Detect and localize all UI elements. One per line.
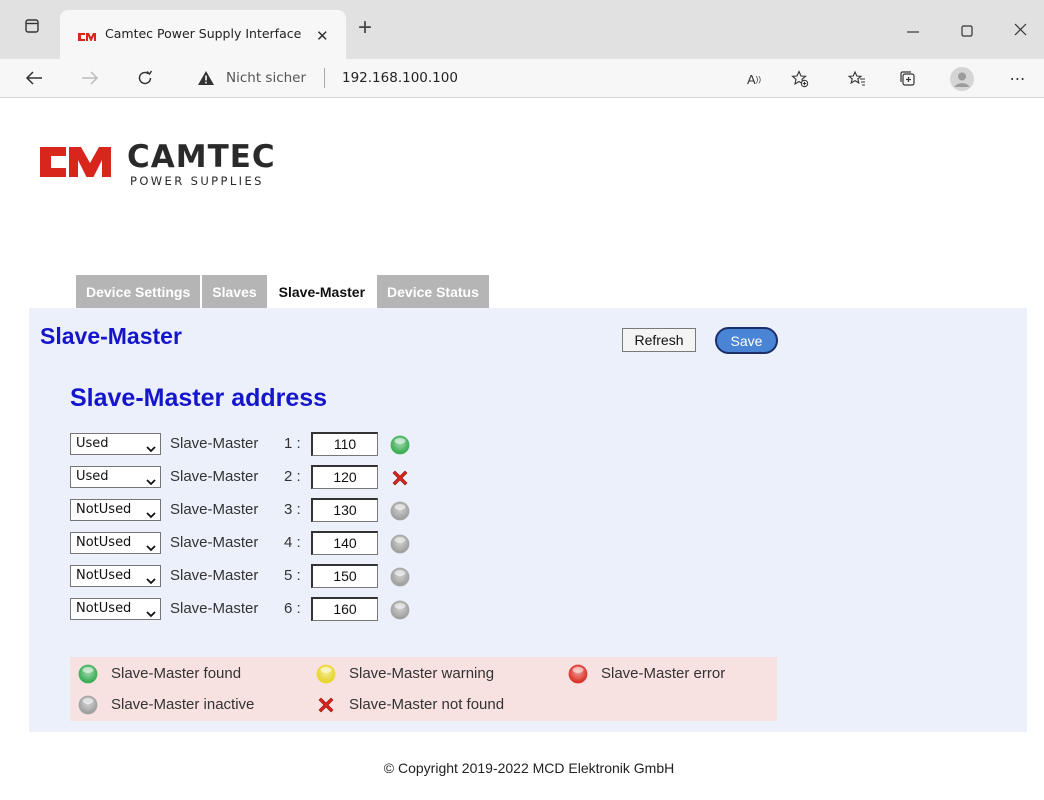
row-label: Slave-Master (170, 468, 259, 485)
collections-icon[interactable] (894, 65, 922, 93)
status-found-icon (390, 435, 410, 455)
chevron-down-icon (146, 506, 156, 526)
usage-select-value: Used (76, 469, 109, 484)
legend-label: Slave-Master not found (349, 696, 505, 713)
usage-select[interactable]: NotUsed (70, 532, 161, 554)
logo-wordmark: CAMTEC (127, 139, 276, 175)
slave-master-row: NotUsed Slave-Master 5 : 150 (70, 563, 470, 589)
status-inactive-icon (78, 695, 98, 715)
status-error-icon (568, 664, 588, 684)
usage-select-value: Used (76, 436, 109, 451)
camtec-logo-icon (40, 147, 111, 177)
security-label[interactable]: Nicht sicher (226, 70, 306, 86)
profile-avatar-icon[interactable] (948, 65, 976, 93)
status-legend: Slave-Master found Slave-Master warning … (70, 657, 777, 721)
row-number: 4 : (284, 534, 301, 551)
new-tab-icon[interactable]: + (358, 14, 372, 42)
tab-slave-master[interactable]: Slave-Master (268, 275, 378, 308)
address-input[interactable]: 120 (311, 465, 378, 489)
tab-device-status[interactable]: Device Status (377, 275, 491, 308)
tab-slaves[interactable]: Slaves (202, 275, 269, 308)
address-input[interactable]: 110 (311, 432, 378, 456)
status-inactive-icon (390, 501, 410, 521)
slave-master-row: NotUsed Slave-Master 6 : 160 (70, 596, 470, 622)
row-number: 2 : (284, 468, 301, 485)
usage-select-value: NotUsed (76, 502, 132, 517)
address-bar[interactable]: Nicht sicher 192.168.100.100 (178, 63, 838, 93)
row-number: 5 : (284, 567, 301, 584)
chevron-down-icon (146, 572, 156, 592)
usage-select[interactable]: NotUsed (70, 499, 161, 521)
minimize-icon[interactable] (906, 20, 920, 39)
row-number: 3 : (284, 501, 301, 518)
copyright-footer: © Copyright 2019-2022 MCD Elektronik Gmb… (383, 760, 675, 776)
status-found-icon (78, 664, 98, 684)
slave-master-row: NotUsed Slave-Master 4 : 140 (70, 530, 470, 556)
tab-close-icon[interactable]: ✕ (316, 27, 329, 45)
section-title: Slave-Master address (70, 384, 328, 412)
status-inactive-icon (390, 567, 410, 587)
legend-label: Slave-Master error (601, 665, 726, 682)
read-aloud-icon[interactable]: A)) (740, 65, 768, 93)
favorites-icon[interactable] (843, 65, 871, 93)
row-label: Slave-Master (170, 600, 259, 617)
row-number: 1 : (284, 435, 301, 452)
save-button[interactable]: Save (715, 327, 778, 354)
warning-icon[interactable] (198, 71, 214, 90)
legend-label: Slave-Master found (111, 665, 242, 682)
slave-master-row: Used Slave-Master 1 : 110 (70, 431, 470, 457)
browser-toolbar: Nicht sicher 192.168.100.100 A)) ⋯ (0, 59, 1044, 98)
legend-label: Slave-Master inactive (111, 696, 255, 713)
legend-label: Slave-Master warning (349, 665, 495, 682)
status-not-found-icon (316, 695, 336, 715)
more-menu-icon[interactable]: ⋯ (1004, 65, 1032, 93)
reload-icon[interactable] (131, 64, 159, 92)
usage-select[interactable]: NotUsed (70, 565, 161, 587)
row-label: Slave-Master (170, 534, 259, 551)
close-window-icon[interactable] (1014, 23, 1027, 41)
tab-device-settings[interactable]: Device Settings (76, 275, 203, 308)
slave-master-row: Used Slave-Master 2 : 120 (70, 464, 470, 490)
usage-select-value: NotUsed (76, 568, 132, 583)
slave-master-row: NotUsed Slave-Master 3 : 130 (70, 497, 470, 523)
refresh-button[interactable]: Refresh (622, 328, 696, 352)
page-title: Slave-Master (40, 323, 182, 349)
camtec-favicon-icon (78, 29, 96, 47)
address-input[interactable]: 160 (311, 597, 378, 621)
status-not-found-icon (390, 468, 410, 488)
slave-master-panel: Slave-Master Refresh Save Slave-Master a… (29, 308, 1027, 732)
tab-title: Camtec Power Supply Interface (105, 26, 302, 41)
chevron-down-icon (146, 473, 156, 493)
address-input[interactable]: 140 (311, 531, 378, 555)
usage-select-value: NotUsed (76, 535, 132, 550)
usage-select[interactable]: NotUsed (70, 598, 161, 620)
add-favorite-icon[interactable] (786, 65, 814, 93)
address-input[interactable]: 130 (311, 498, 378, 522)
usage-select-value: NotUsed (76, 601, 132, 616)
usage-select[interactable]: Used (70, 466, 161, 488)
url-text[interactable]: 192.168.100.100 (342, 70, 458, 86)
logo-subtitle: POWER SUPPLIES (130, 174, 264, 188)
row-number: 6 : (284, 600, 301, 617)
status-warning-icon (316, 664, 336, 684)
address-divider (324, 68, 325, 88)
browser-tabstrip: Camtec Power Supply Interface ✕ + (0, 0, 1044, 59)
status-inactive-icon (390, 600, 410, 620)
chevron-down-icon (146, 539, 156, 559)
row-label: Slave-Master (170, 567, 259, 584)
address-input[interactable]: 150 (311, 564, 378, 588)
camtec-logo: CAMTEC POWER SUPPLIES (40, 139, 310, 193)
back-icon[interactable] (20, 64, 48, 92)
browser-tab[interactable]: Camtec Power Supply Interface ✕ (60, 10, 346, 59)
row-label: Slave-Master (170, 501, 259, 518)
forward-icon[interactable] (76, 64, 104, 92)
maximize-icon[interactable] (961, 24, 973, 42)
chevron-down-icon (146, 440, 156, 460)
row-label: Slave-Master (170, 435, 259, 452)
chevron-down-icon (146, 605, 156, 625)
tab-actions-icon[interactable] (22, 16, 42, 36)
status-inactive-icon (390, 534, 410, 554)
usage-select[interactable]: Used (70, 433, 161, 455)
nav-tabs: Device Settings Slaves Slave-Master Devi… (76, 275, 491, 308)
